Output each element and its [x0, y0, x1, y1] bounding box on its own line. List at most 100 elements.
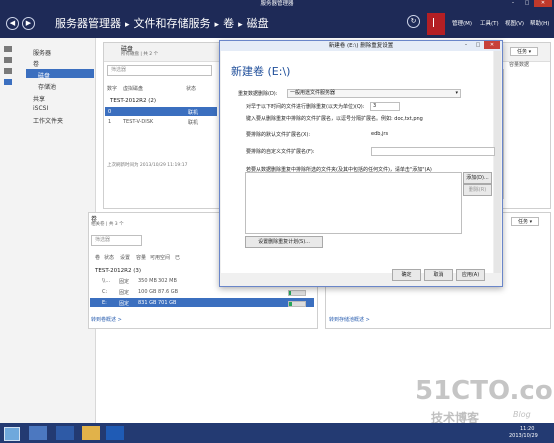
last-refresh-text: 上次刷新时间为 2013/10/29 11:19:17: [107, 163, 188, 168]
column-header[interactable]: 状态: [186, 85, 196, 92]
gauge-fill: [289, 302, 292, 306]
close-button[interactable]: ✕: [534, 0, 552, 7]
sidebar-item-servers[interactable]: 服务器: [33, 48, 51, 57]
volume-row-name[interactable]: E:: [102, 300, 107, 306]
volume-row-capacity[interactable]: 100 GB: [138, 289, 156, 295]
ok-button[interactable]: 确定: [392, 269, 421, 281]
sidebar: [0, 38, 96, 423]
chevron-down-icon: ▾: [455, 90, 458, 96]
column-header[interactable]: 状态: [104, 254, 114, 261]
dedup-days-input[interactable]: 3: [370, 102, 400, 111]
extension-description: 键入要从删除重复中排除的文件扩展名，以逗号分隔扩展名。例如: doc,txt,p…: [246, 116, 423, 122]
storage-pool-tasks-button[interactable]: 任务 ▾: [511, 217, 540, 226]
breadcrumb-item[interactable]: 磁盘: [247, 17, 269, 30]
volume-row-name[interactable]: \\...: [102, 278, 110, 284]
sidebar-item-work-folders[interactable]: 工作文件夹: [33, 116, 63, 125]
menu-help[interactable]: 帮助(H): [530, 19, 549, 27]
volume-row-free[interactable]: 701 GB: [158, 300, 176, 306]
disk-row-status[interactable]: 联机: [188, 109, 198, 116]
cancel-button[interactable]: 取消: [424, 269, 453, 281]
default-extensions-value: edb,jrs: [371, 131, 389, 137]
volume-row-free[interactable]: 87.6 GB: [158, 289, 178, 295]
disk-row-status[interactable]: 联机: [188, 119, 198, 126]
windows-start-icon[interactable]: [4, 427, 20, 441]
custom-extensions-input[interactable]: [371, 147, 495, 156]
capacity-gauge: [288, 290, 306, 296]
notification-flag-icon[interactable]: [427, 13, 445, 35]
dialog-close-button[interactable]: ✕: [484, 41, 500, 49]
disk-row-name[interactable]: TEST-V-DISK: [123, 119, 153, 125]
go-to-volumes-link[interactable]: 转到卷概述 >: [91, 316, 122, 323]
minimize-button[interactable]: –: [506, 0, 520, 7]
disk-row-number[interactable]: 1: [108, 119, 111, 125]
dedup-settings-dialog: 新建卷 (E:\) 删除重复设置 – □ ✕ 新建卷 (E:\) 重复数据删除(…: [219, 40, 503, 287]
right-info-panel: 容量数据: [503, 55, 549, 205]
chevron-right-icon: ▸: [125, 20, 130, 30]
breadcrumb-item[interactable]: 服务器管理器: [55, 17, 121, 30]
taskbar: 11:20 2013/10/29: [0, 423, 554, 443]
volume-row-capacity[interactable]: 831 GB: [138, 300, 156, 306]
volume-row-name[interactable]: C:: [102, 289, 107, 295]
menu-tools[interactable]: 工具(T): [480, 19, 499, 27]
disks-filter-input[interactable]: 筛选器: [107, 65, 212, 76]
capacity-caption: 容量数据: [509, 62, 530, 68]
sidebar-item-iscsi[interactable]: iSCSI: [33, 105, 48, 112]
volume-group-label[interactable]: TEST-2012R2 (3): [95, 268, 141, 274]
volume-row-status[interactable]: 固定: [119, 300, 129, 307]
dedup-mode-select[interactable]: 一般用途文件服务器 ▾: [287, 89, 461, 98]
volume-row-status[interactable]: 固定: [119, 289, 129, 296]
refresh-icon[interactable]: ↻: [407, 15, 420, 28]
column-header[interactable]: 容量: [136, 254, 146, 261]
chevron-right-icon: ▸: [214, 20, 220, 30]
excluded-folders-list[interactable]: [245, 172, 462, 234]
column-header[interactable]: 数字: [107, 85, 117, 92]
sidebar-selection: [26, 69, 94, 78]
sidebar-icons: [4, 46, 12, 85]
volume-row-capacity[interactable]: 350 MB: [138, 278, 157, 284]
column-header[interactable]: 设置: [120, 254, 130, 261]
dialog-maximize-button[interactable]: □: [472, 41, 484, 49]
column-header[interactable]: 虚拟磁盘: [123, 85, 143, 92]
volumes-filter-input[interactable]: 筛选器: [91, 235, 142, 246]
navigation-bar: ◀ ▶ 服务器管理器 ▸ 文件和存储服务 ▸ 卷 ▸ 磁盘 ↻ 管理(M) 工具(T) 视图…: [0, 8, 554, 38]
custom-extensions-label: 要排除的自定义文件扩展名(F):: [246, 149, 315, 155]
menu-manage[interactable]: 管理(M): [452, 19, 472, 27]
column-header[interactable]: 卷: [95, 254, 100, 261]
go-to-storage-pool-link[interactable]: 转到存储池概述 >: [329, 316, 370, 323]
disk-icon: [4, 68, 12, 74]
dedup-mode-value: 一般用途文件服务器: [290, 90, 336, 96]
apply-button[interactable]: 应用(A): [456, 269, 485, 281]
dialog-heading: 新建卷 (E:\): [231, 65, 291, 78]
add-folder-button[interactable]: 添加(D)...: [463, 172, 492, 184]
disk-group-label[interactable]: TEST-2012R2 (2): [110, 98, 156, 104]
file-explorer-taskbar-icon[interactable]: [82, 426, 100, 440]
dedup-mode-label: 重复数据删除(D):: [238, 91, 278, 97]
sidebar-item-volumes[interactable]: 卷: [33, 59, 39, 68]
sidebar-item-storage-pools[interactable]: 存储池: [38, 82, 56, 91]
breadcrumb-item[interactable]: 文件和存储服务: [134, 17, 211, 30]
column-header[interactable]: 已: [175, 254, 180, 261]
sidebar-item-disks[interactable]: 磁盘: [38, 71, 50, 80]
clock-time: 11:20: [520, 426, 535, 432]
volume-row-free[interactable]: 302 MB: [158, 278, 177, 284]
back-arrow-icon[interactable]: ◀: [6, 17, 19, 30]
disks-subtitle: 所有磁盘 | 共 2 个: [121, 52, 159, 57]
dialog-minimize-button[interactable]: –: [460, 41, 472, 49]
breadcrumb-item[interactable]: 卷: [223, 17, 234, 30]
sidebar-item-shares[interactable]: 共享: [33, 94, 45, 103]
menu-view[interactable]: 视图(V): [505, 19, 524, 27]
word-taskbar-icon[interactable]: [106, 426, 124, 440]
volume-row-status[interactable]: 固定: [119, 278, 129, 285]
watermark-brand: 51CTO.com: [415, 376, 554, 406]
dedup-days-label: 对早于以下时间的文件进行删除重复(以天为单位)(Q):: [246, 104, 365, 110]
maximize-button[interactable]: □: [520, 0, 534, 7]
gauge-fill: [289, 291, 291, 295]
disk-row-number[interactable]: 0: [108, 109, 111, 115]
column-header[interactable]: 可用空间: [150, 254, 170, 261]
remove-folder-button[interactable]: 删除(R): [463, 184, 492, 196]
set-dedup-schedule-button[interactable]: 设置删除重复计划(S)...: [245, 236, 323, 248]
dialog-scrollbar[interactable]: [494, 51, 501, 273]
powershell-taskbar-icon[interactable]: [56, 426, 74, 440]
forward-arrow-icon[interactable]: ▶: [22, 17, 35, 30]
server-manager-taskbar-icon[interactable]: [29, 426, 47, 440]
